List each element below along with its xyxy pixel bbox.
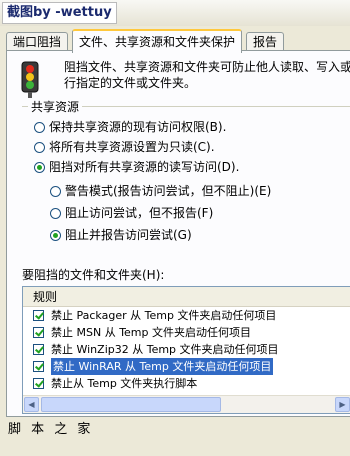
radio-button[interactable]: [50, 186, 61, 197]
radio-label: 保持共享资源的现有访问权限(B).: [49, 120, 227, 134]
radio-warn-mode[interactable]: 警告模式(报告访问尝试，但不阻止)(E): [50, 182, 271, 200]
radio-label: 阻挡对所有共享资源的读写访问(D).: [49, 160, 240, 174]
blocked-list-label: 要阻挡的文件和文件夹(H):: [22, 268, 165, 282]
tab-port-blocking[interactable]: 端口阻挡: [6, 32, 69, 51]
list-item[interactable]: 禁止 WinZip32 从 Temp 文件夹启动任何项目: [23, 341, 350, 358]
rule-text: 禁止 Packager 从 Temp 文件夹启动任何项目: [51, 309, 277, 322]
arrow-right-icon[interactable]: ▶: [335, 397, 350, 412]
radio-block-and-report[interactable]: 阻止并报告访问尝试(G): [50, 226, 192, 244]
radio-label: 阻止并报告访问尝试(G): [65, 228, 192, 242]
dialog-window: 性 截图by -wettuy 端口阻挡 文件、共享资源和文件夹保护 报告 阻挡文…: [0, 0, 350, 456]
list-item[interactable]: 禁止 MSN 从 Temp 文件夹启动任何项目: [23, 324, 350, 341]
radio-label: 阻止访问尝试，但不报告(F): [65, 206, 214, 220]
rule-text: 禁止 MSN 从 Temp 文件夹启动任何项目: [51, 326, 252, 339]
rule-text: 禁止 WinZip32 从 Temp 文件夹启动任何项目: [51, 343, 279, 356]
blocked-rules-list[interactable]: 规则 禁止 Packager 从 Temp 文件夹启动任何项目 禁止 MSN 从…: [22, 286, 350, 414]
list-item[interactable]: 禁止 Packager 从 Temp 文件夹启动任何项目: [23, 307, 350, 324]
radio-button[interactable]: [34, 142, 45, 153]
tab-file-share-protection[interactable]: 文件、共享资源和文件夹保护: [72, 29, 243, 53]
radio-label: 警告模式(报告访问尝试，但不阻止)(E): [65, 184, 272, 198]
column-header-rules[interactable]: 规则: [23, 287, 350, 307]
rule-checkbox[interactable]: [33, 344, 44, 355]
list-item-selected[interactable]: 禁止 WinRAR 从 Temp 文件夹启动任何项目: [23, 358, 350, 375]
traffic-light-shield-icon: [21, 61, 39, 98]
rule-checkbox[interactable]: [33, 378, 44, 389]
site-watermark-footer: 脚 本 之 家: [8, 422, 94, 437]
radio-button[interactable]: [50, 230, 61, 241]
radio-label: 将所有共享资源设置为只读(C).: [49, 140, 215, 154]
tab-reports[interactable]: 报告: [246, 32, 285, 51]
watermark-overlay: 截图by -wettuy: [2, 2, 117, 24]
rule-checkbox[interactable]: [33, 327, 44, 338]
radio-button[interactable]: [34, 162, 45, 173]
shares-group-label: 共享资源: [28, 98, 83, 115]
horizontal-scrollbar[interactable]: ◀ ▶: [23, 395, 350, 413]
radio-block-no-report[interactable]: 阻止访问尝试，但不报告(F): [50, 204, 213, 222]
title-bar: 性 截图by -wettuy: [0, 0, 350, 26]
radio-button[interactable]: [50, 208, 61, 219]
description-line-1: 阻挡文件、共享资源和文件夹可防止他人读取、写入或: [64, 60, 350, 74]
radio-keep-access[interactable]: 保持共享资源的现有访问权限(B).: [34, 118, 226, 136]
arrow-left-icon[interactable]: ◀: [24, 397, 39, 412]
rule-text: 禁止 WinRAR 从 Temp 文件夹启动任何项目: [51, 358, 274, 375]
description-line-2: 行指定的文件或文件夹。: [64, 76, 197, 90]
list-item[interactable]: 禁止从 Temp 文件夹执行脚本: [23, 375, 350, 392]
radio-block-all[interactable]: 阻挡对所有共享资源的读写访问(D).: [34, 158, 239, 176]
rule-checkbox[interactable]: [33, 310, 44, 321]
description-text: 阻挡文件、共享资源和文件夹可防止他人读取、写入或 行指定的文件或文件夹。: [64, 59, 350, 91]
radio-read-only[interactable]: 将所有共享资源设置为只读(C).: [34, 138, 215, 156]
scroll-thumb[interactable]: [41, 397, 221, 412]
radio-button[interactable]: [34, 122, 45, 133]
rule-checkbox[interactable]: [33, 361, 44, 372]
rule-text: 禁止从 Temp 文件夹执行脚本: [51, 377, 198, 390]
